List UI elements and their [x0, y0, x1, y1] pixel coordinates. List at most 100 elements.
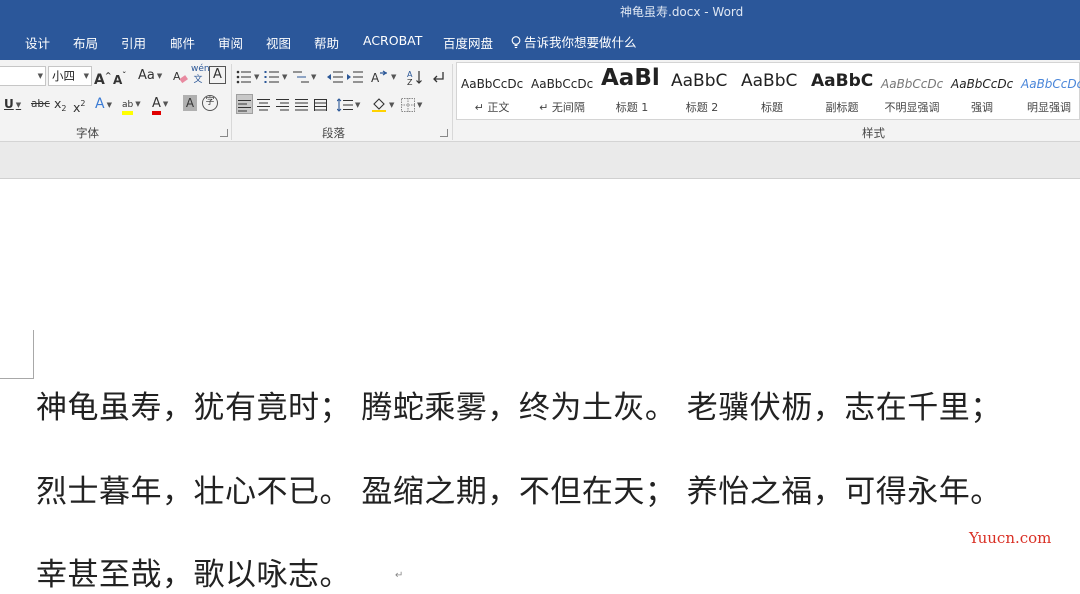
text-line: 神龟虽寿，犹有竟时； 腾蛇乘雾，终为土灰。 老骥伏枥，志在千里； [36, 390, 1002, 426]
document-page[interactable]: 神龟虽寿，犹有竟时； 腾蛇乘雾，终为土灰。 老骥伏枥，志在千里； 烈士暮年，壮心… [0, 179, 1080, 594]
chevron-down-icon: ▼ [355, 101, 361, 109]
chevron-down-icon: ▼ [37, 72, 43, 80]
ruler-area [0, 142, 1080, 179]
underline-button[interactable]: U ▼ [4, 94, 21, 114]
enclose-characters-button[interactable]: 字 [202, 95, 218, 111]
increase-indent-button[interactable] [347, 66, 363, 86]
superscript-button[interactable]: x2 [73, 94, 86, 115]
style-normal[interactable]: AaBbCcDc ↵ 正文 [457, 63, 527, 119]
eraser-icon: A [173, 70, 188, 83]
decrease-indent-button[interactable] [327, 66, 343, 86]
bullets-button[interactable]: ▼ [236, 66, 259, 86]
shrink-font-label: A [113, 73, 123, 87]
sort-icon: AZ [407, 70, 422, 85]
tab-review[interactable]: 审阅 [218, 33, 243, 52]
style-subtle-emphasis[interactable]: AaBbCcDc 不明显强调 [877, 63, 947, 119]
borders-button[interactable]: ▼ [401, 94, 422, 114]
bullet-list-icon [236, 70, 251, 83]
line-spacing-button[interactable]: ▼ [337, 94, 360, 114]
lightbulb-icon [511, 36, 521, 49]
align-right-button[interactable] [276, 94, 289, 114]
style-heading-1[interactable]: AaBl 标题 1 [597, 63, 667, 119]
character-border-button[interactable]: A [209, 66, 226, 84]
change-case-label: Aa [138, 68, 155, 83]
font-name-combo[interactable]: ▼ [0, 66, 46, 86]
chevron-down-icon: ▼ [391, 73, 397, 81]
style-name: 强调 [971, 101, 993, 114]
font-color-swatch: A [152, 97, 161, 115]
chevron-down-icon: ▼ [162, 100, 169, 108]
font-color-button[interactable]: A ▼ [152, 93, 169, 115]
numbering-button[interactable]: ▼ [264, 66, 287, 86]
font-group-label: 字体 [76, 126, 99, 140]
style-name: ↵ 无间隔 [539, 101, 585, 114]
style-name: ↵ 正文 [474, 101, 510, 114]
chevron-down-icon: ▼ [83, 72, 89, 80]
tab-layout[interactable]: 布局 [73, 33, 98, 52]
tab-view[interactable]: 视图 [266, 33, 291, 52]
svg-text:Z: Z [407, 78, 413, 85]
styles-gallery: AaBbCcDc ↵ 正文 AaBbCcDc ↵ 无间隔 AaBl 标题 1 A… [456, 62, 1080, 120]
chinese-layout-icon: A [371, 70, 388, 84]
style-emphasis[interactable]: AaBbCcDc 强调 [947, 63, 1017, 119]
style-no-spacing[interactable]: AaBbCcDc ↵ 无间隔 [527, 63, 597, 119]
style-name: 明显强调 [1027, 101, 1071, 114]
align-center-icon [257, 98, 270, 110]
style-heading-2[interactable]: AaBbC 标题 2 [667, 63, 737, 119]
tab-mailings[interactable]: 邮件 [170, 33, 195, 52]
font-dialog-launcher-icon[interactable] [220, 129, 228, 137]
ribbon-tabs: 设计 布局 引用 邮件 审阅 视图 帮助 ACROBAT 百度网盘 告诉我你想要… [0, 22, 1080, 60]
shading-button[interactable]: ▼ [371, 94, 394, 114]
character-shading-button[interactable]: A [183, 95, 197, 111]
style-name: 副标题 [825, 101, 859, 114]
group-divider [452, 64, 453, 140]
svg-text:A: A [371, 71, 380, 84]
tab-design[interactable]: 设计 [25, 33, 50, 52]
style-subtitle[interactable]: AaBbC 副标题 [807, 63, 877, 119]
paragraph-dialog-launcher-icon[interactable] [440, 129, 448, 137]
phonetic-guide-button[interactable]: wén文 [191, 64, 210, 85]
font-size-combo[interactable]: 小四 ▼ [48, 66, 92, 86]
shrink-font-button[interactable]: Aˇ [113, 66, 126, 87]
increase-indent-icon [347, 71, 363, 82]
align-left-button[interactable] [236, 94, 253, 114]
tell-me-text: 告诉我你想要做什么 [524, 35, 637, 50]
style-title[interactable]: AaBbC 标题 [737, 63, 807, 119]
grow-font-button[interactable]: A^ [94, 66, 112, 88]
group-divider [231, 64, 232, 140]
tell-me-box[interactable]: 告诉我你想要做什么 [511, 32, 637, 51]
multilevel-list-button[interactable]: ▼ [293, 66, 316, 86]
chevron-down-icon: ▼ [389, 101, 395, 109]
text-effects-button[interactable]: A ▼ [95, 94, 112, 114]
align-left-icon [238, 99, 251, 111]
style-sample: AaBbCcDc [951, 77, 1014, 91]
sort-button[interactable]: AZ [407, 66, 423, 86]
change-case-button[interactable]: Aa ▼ [138, 66, 162, 86]
highlight-button[interactable]: ab ▼ [122, 93, 141, 115]
grow-font-label: A [94, 72, 105, 88]
caret-up-icon: ^ [104, 71, 112, 80]
tab-acrobat[interactable]: ACROBAT [363, 33, 422, 48]
distributed-button[interactable] [314, 94, 327, 114]
justify-button[interactable] [295, 94, 308, 114]
text-effects-label: A [95, 96, 105, 112]
superscript-mark: 2 [80, 99, 86, 108]
align-center-button[interactable] [257, 94, 270, 114]
chevron-down-icon: ▼ [156, 72, 163, 80]
strikethrough-button[interactable]: abc [31, 94, 50, 114]
style-intense-emphasis[interactable]: AaBbCcDc 明显强调 [1017, 63, 1080, 119]
clear-format-button[interactable]: A [172, 66, 188, 86]
subscript-button[interactable]: x2 [54, 94, 67, 114]
tab-help[interactable]: 帮助 [314, 33, 339, 52]
style-sample: AaBl [601, 65, 660, 91]
align-right-icon [276, 98, 289, 110]
tab-baidu-netdisk[interactable]: 百度网盘 [443, 33, 493, 52]
crop-mark [33, 330, 34, 379]
chinese-layout-button[interactable]: A ▼ [371, 66, 396, 86]
tab-references[interactable]: 引用 [121, 33, 146, 52]
show-formatting-button[interactable] [431, 66, 445, 86]
text-line: 烈士暮年，壮心不已。 盈缩之期，不但在天； 养怡之福，可得永年。 [36, 474, 1002, 510]
style-name: 标题 2 [685, 101, 719, 114]
paragraph-group-label: 段落 [322, 126, 345, 140]
decrease-indent-icon [327, 71, 343, 82]
